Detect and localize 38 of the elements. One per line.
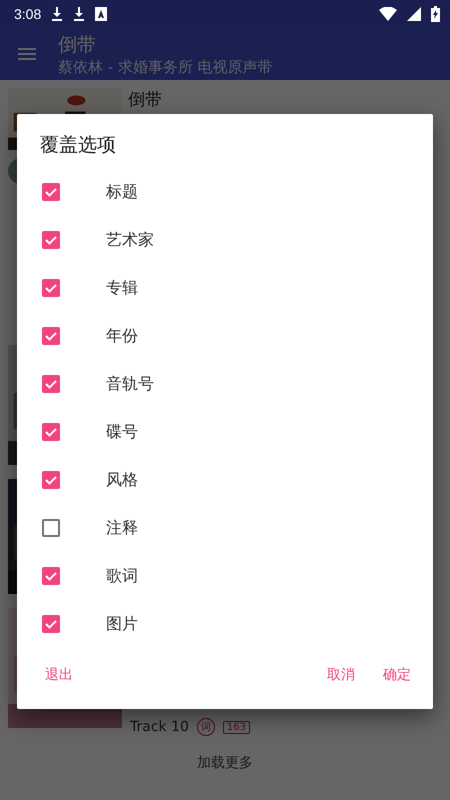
lyrics-badge: 词 [196, 718, 215, 736]
download-icon [51, 7, 64, 21]
dialog-title: 覆盖选项 [40, 133, 117, 158]
option-label: 注释 [106, 518, 138, 538]
checkbox[interactable] [42, 567, 60, 585]
track-title[interactable]: Track 10 [130, 719, 189, 735]
dialog-button[interactable]: 取消 [317, 658, 365, 692]
checkbox[interactable] [42, 279, 60, 297]
option-label: 艺术家 [106, 230, 154, 250]
option-label: 歌词 [106, 566, 138, 586]
option-label: 碟号 [106, 422, 138, 442]
option-label: 音轨号 [106, 374, 154, 394]
checkbox[interactable] [42, 327, 60, 345]
option-label: 专辑 [106, 278, 138, 298]
dialog-button[interactable]: 退出 [35, 658, 83, 692]
menu-icon[interactable] [18, 48, 36, 60]
checkbox[interactable] [42, 183, 60, 201]
source-badge: 163 [222, 720, 250, 734]
notification-icon [95, 7, 108, 21]
battery-icon [431, 6, 440, 22]
app-subtitle: 蔡依林 - 求婚事务所 电视原声带 [58, 58, 273, 76]
option-label: 年份 [106, 326, 138, 346]
checkbox[interactable] [42, 471, 60, 489]
dialog-button[interactable]: 确定 [373, 658, 421, 692]
download-icon [73, 7, 86, 21]
wifi-icon [379, 7, 397, 21]
checkbox[interactable] [42, 375, 60, 393]
app-title: 倒带 [58, 32, 97, 58]
option-label: 图片 [106, 614, 138, 634]
option-label: 标题 [106, 182, 138, 202]
load-more-link[interactable]: 加载更多 [197, 754, 253, 772]
checkbox[interactable] [42, 231, 60, 249]
signal-icon [407, 7, 421, 21]
option-label: 风格 [106, 470, 138, 490]
checkbox[interactable] [42, 519, 60, 537]
checkbox[interactable] [42, 423, 60, 441]
status-time: 3:08 [14, 6, 42, 22]
checkbox[interactable] [42, 615, 60, 633]
